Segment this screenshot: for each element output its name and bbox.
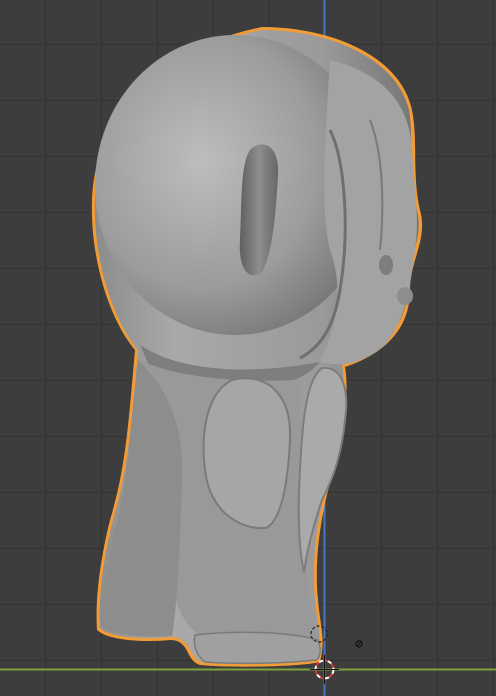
viewport-canvas[interactable] (0, 0, 496, 696)
mesh-foot (193, 631, 321, 665)
mesh-lip (379, 255, 393, 275)
mesh-nose (397, 287, 413, 305)
3d-viewport[interactable] (0, 0, 496, 696)
selected-mesh-object[interactable] (91, 27, 423, 667)
light-icon[interactable] (355, 640, 363, 648)
